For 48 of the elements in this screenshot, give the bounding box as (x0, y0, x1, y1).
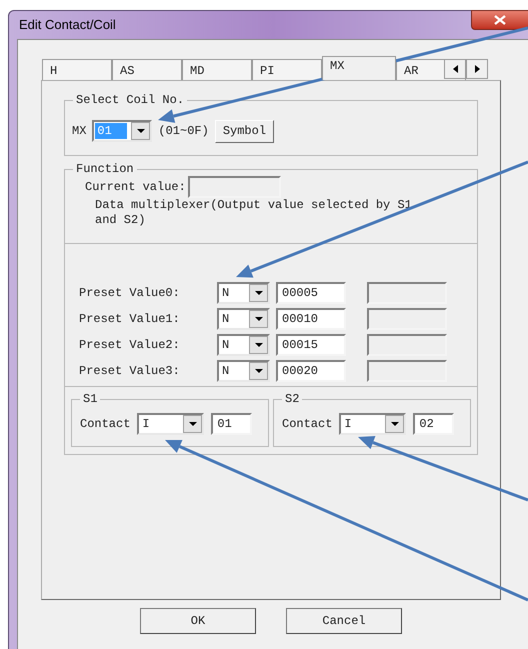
symbol-button[interactable]: Symbol (214, 120, 274, 142)
input-field[interactable]: 02 (413, 413, 454, 435)
input-field[interactable]: 00005 (276, 282, 346, 304)
input-field[interactable]: 00020 (276, 360, 346, 382)
dropdown[interactable]: N (217, 282, 270, 304)
input-field[interactable]: 00015 (276, 334, 346, 356)
coil-label: MX (72, 123, 86, 140)
right-arrow-icon (474, 65, 480, 73)
empty-field[interactable] (367, 360, 447, 382)
dropdown[interactable]: N (217, 308, 270, 330)
empty-field[interactable] (367, 308, 447, 330)
window-title: Edit Contact/Coil (19, 16, 116, 34)
tab[interactable]: AS (112, 59, 182, 80)
empty-field[interactable] (367, 282, 447, 304)
range-text: (01~0F) (158, 123, 209, 140)
caret-icon[interactable] (249, 336, 268, 354)
left-arrow-icon (452, 65, 458, 73)
scroll-left-button[interactable] (444, 59, 466, 79)
dropdown[interactable]: I (339, 413, 406, 435)
tab[interactable]: MD (182, 59, 252, 80)
caret-icon[interactable] (249, 362, 268, 380)
empty-field[interactable] (367, 334, 447, 356)
close-icon (494, 15, 506, 25)
preset-label: Preset Value0: (79, 285, 181, 302)
dropdown[interactable]: N (217, 360, 270, 382)
empty-field[interactable] (188, 176, 281, 198)
contact-label: Contact (282, 416, 332, 433)
preset-label: Preset Value2: (79, 337, 181, 354)
caret-icon[interactable] (131, 122, 150, 140)
scroll-right-button[interactable] (466, 59, 488, 79)
dropdown[interactable]: I (137, 413, 204, 435)
current-value-label: Current value: (85, 179, 186, 196)
dialog-button[interactable]: OK (140, 608, 256, 634)
input-field[interactable]: 00010 (276, 308, 346, 330)
input-field[interactable]: 01 (211, 413, 252, 435)
preset-label: Preset Value1: (79, 311, 181, 328)
caret-icon[interactable] (249, 284, 268, 302)
dialog-button[interactable]: Cancel (286, 608, 402, 634)
tab[interactable]: H (42, 59, 112, 80)
tab[interactable]: PI (252, 59, 322, 80)
contact-label: Contact (80, 416, 130, 433)
close-button[interactable] (471, 10, 528, 30)
caret-icon[interactable] (385, 415, 404, 433)
dropdown[interactable]: N (217, 334, 270, 356)
tab[interactable]: MX (322, 56, 396, 80)
caret-icon[interactable] (249, 310, 268, 328)
caret-icon[interactable] (183, 415, 202, 433)
preset-label: Preset Value3: (79, 363, 181, 380)
